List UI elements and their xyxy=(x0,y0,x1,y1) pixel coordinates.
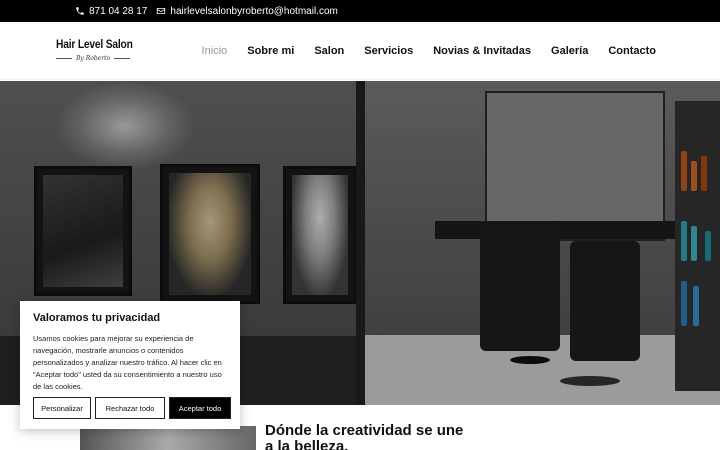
logo-signature: By Roberto xyxy=(76,55,111,62)
reject-all-button[interactable]: Rechazar todo xyxy=(95,397,165,419)
nav-galeria[interactable]: Galería xyxy=(551,45,588,57)
logo-brand: Hair Level Salon xyxy=(56,37,133,51)
nav-sobre-mi[interactable]: Sobre mi xyxy=(247,45,294,57)
nav-salon[interactable]: Salon xyxy=(314,45,344,57)
section-headline: Dónde la creatividad se une a la belleza… xyxy=(265,422,464,450)
nav-servicios[interactable]: Servicios xyxy=(364,45,413,57)
nav-contacto[interactable]: Contacto xyxy=(608,45,656,57)
cookie-consent-banner: Valoramos tu privacidad Usamos cookies p… xyxy=(20,301,240,429)
cookie-text: Usamos cookies para mejorar su experienc… xyxy=(33,334,222,391)
email-contact[interactable]: hairlevelsalonbyroberto@hotmail.com xyxy=(156,6,338,17)
envelope-icon xyxy=(157,8,166,14)
logo-line-left xyxy=(56,58,72,59)
site-logo[interactable]: Hair Level Salon By Roberto xyxy=(56,37,136,62)
accept-all-button[interactable]: Aceptar todo xyxy=(169,397,231,419)
logo-signature-row: By Roberto xyxy=(56,55,136,62)
top-contact-bar: 871 04 28 17 hairlevelsalonbyroberto@hot… xyxy=(0,0,720,22)
section-image xyxy=(80,426,256,450)
customize-button[interactable]: Personalizar xyxy=(33,397,91,419)
logo-line-right xyxy=(114,58,131,59)
phone-contact[interactable]: 871 04 28 17 xyxy=(75,6,147,17)
email-address[interactable]: hairlevelsalonbyroberto@hotmail.com xyxy=(170,6,337,17)
nav-novias-invitadas[interactable]: Novias & Invitadas xyxy=(433,45,531,57)
phone-icon xyxy=(76,7,84,15)
phone-number[interactable]: 871 04 28 17 xyxy=(89,6,147,17)
site-header: Hair Level Salon By Roberto Inicio Sobre… xyxy=(0,22,720,80)
main-nav: Inicio Sobre mi Salon Servicios Novias &… xyxy=(182,22,656,80)
nav-inicio[interactable]: Inicio xyxy=(202,45,228,57)
cookie-buttons: Personalizar Rechazar todo Aceptar todo xyxy=(33,397,231,419)
cookie-title: Valoramos tu privacidad xyxy=(33,312,161,324)
